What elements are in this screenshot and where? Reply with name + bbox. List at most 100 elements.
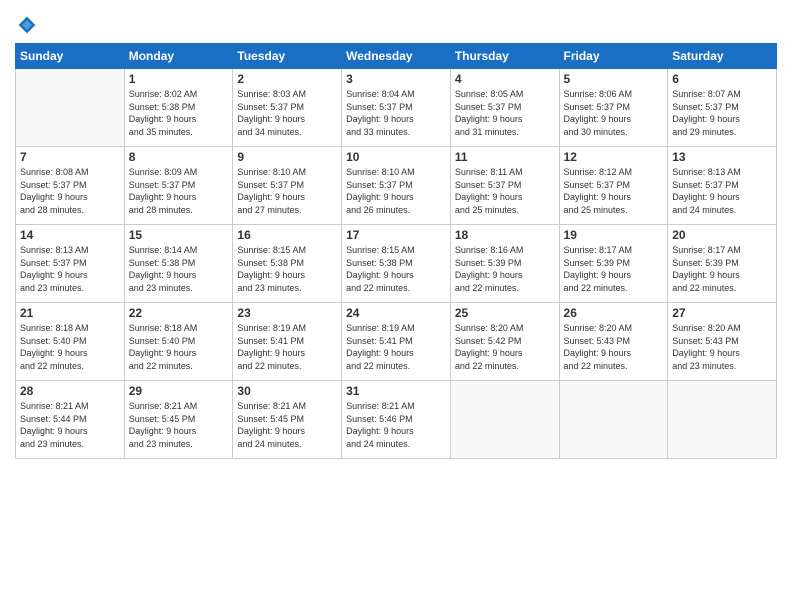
calendar-cell: 19Sunrise: 8:17 AMSunset: 5:39 PMDayligh…: [559, 225, 668, 303]
page-container: SundayMondayTuesdayWednesdayThursdayFrid…: [0, 0, 792, 612]
calendar-cell: [668, 381, 777, 459]
calendar-cell: 28 Sunrise: 8:21 AMSunset: 5:44 PMDayligh…: [16, 381, 125, 459]
day-info: Sunrise: 8:11 AMSunset: 5:37 PMDaylight:…: [455, 166, 555, 216]
day-number: 1: [129, 72, 229, 86]
calendar-cell: 16Sunrise: 8:15 AMSunset: 5:38 PMDayligh…: [233, 225, 342, 303]
day-number: 17: [346, 228, 446, 242]
calendar-week-row: 7 Sunrise: 8:08 AMSunset: 5:37 PMDaylight…: [16, 147, 777, 225]
day-number: 4: [455, 72, 555, 86]
calendar-cell: 15 Sunrise: 8:14 AMSunset: 5:38 PMDayligh…: [124, 225, 233, 303]
day-info: Sunrise: 8:16 AMSunset: 5:39 PMDaylight:…: [455, 244, 555, 294]
calendar-cell: 6 Sunrise: 8:07 AMSunset: 5:37 PMDaylight…: [668, 69, 777, 147]
day-number: 13: [672, 150, 772, 164]
calendar-cell: 20 Sunrise: 8:17 AMSunset: 5:39 PMDayligh…: [668, 225, 777, 303]
day-number: 21: [20, 306, 120, 320]
calendar-cell: [559, 381, 668, 459]
day-info: Sunrise: 8:17 AMSunset: 5:39 PMDaylight:…: [672, 244, 772, 294]
calendar-cell: 31Sunrise: 8:21 AMSunset: 5:46 PMDayligh…: [342, 381, 451, 459]
day-info: Sunrise: 8:09 AMSunset: 5:37 PMDaylight:…: [129, 166, 229, 216]
day-info: Sunrise: 8:20 AMSunset: 5:42 PMDaylight:…: [455, 322, 555, 372]
calendar-cell: 21 Sunrise: 8:18 AMSunset: 5:40 PMDayligh…: [16, 303, 125, 381]
calendar-cell: 30Sunrise: 8:21 AMSunset: 5:45 PMDayligh…: [233, 381, 342, 459]
day-info: Sunrise: 8:21 AMSunset: 5:44 PMDaylight:…: [20, 400, 120, 450]
day-info: Sunrise: 8:19 AMSunset: 5:41 PMDaylight:…: [237, 322, 337, 372]
day-info: Sunrise: 8:20 AMSunset: 5:43 PMDaylight:…: [672, 322, 772, 372]
day-number: 10: [346, 150, 446, 164]
day-info: Sunrise: 8:03 AMSunset: 5:37 PMDaylight:…: [237, 88, 337, 138]
day-info: Sunrise: 8:04 AMSunset: 5:37 PMDaylight:…: [346, 88, 446, 138]
day-number: 8: [129, 150, 229, 164]
day-number: 15: [129, 228, 229, 242]
logo-icon: [17, 15, 37, 35]
calendar-cell: 1 Sunrise: 8:02 AMSunset: 5:38 PMDaylight…: [124, 69, 233, 147]
calendar-table: SundayMondayTuesdayWednesdayThursdayFrid…: [15, 43, 777, 459]
day-info: Sunrise: 8:21 AMSunset: 5:45 PMDaylight:…: [237, 400, 337, 450]
calendar-cell: 26 Sunrise: 8:20 AMSunset: 5:43 PMDayligh…: [559, 303, 668, 381]
day-info: Sunrise: 8:15 AMSunset: 5:38 PMDaylight:…: [237, 244, 337, 294]
day-info: Sunrise: 8:02 AMSunset: 5:38 PMDaylight:…: [129, 88, 229, 138]
day-info: Sunrise: 8:20 AMSunset: 5:43 PMDaylight:…: [564, 322, 664, 372]
day-number: 24: [346, 306, 446, 320]
day-number: 18: [455, 228, 555, 242]
day-info: Sunrise: 8:08 AMSunset: 5:37 PMDaylight:…: [20, 166, 120, 216]
day-info: Sunrise: 8:15 AMSunset: 5:38 PMDaylight:…: [346, 244, 446, 294]
calendar-header-friday: Friday: [559, 44, 668, 69]
calendar-header-sunday: Sunday: [16, 44, 125, 69]
calendar-week-row: 14 Sunrise: 8:13 AMSunset: 5:37 PMDayligh…: [16, 225, 777, 303]
day-number: 6: [672, 72, 772, 86]
calendar-cell: 24 Sunrise: 8:19 AMSunset: 5:41 PMDayligh…: [342, 303, 451, 381]
day-number: 3: [346, 72, 446, 86]
day-number: 14: [20, 228, 120, 242]
day-number: 11: [455, 150, 555, 164]
day-number: 12: [564, 150, 664, 164]
calendar-cell: 8 Sunrise: 8:09 AMSunset: 5:37 PMDaylight…: [124, 147, 233, 225]
calendar-header-tuesday: Tuesday: [233, 44, 342, 69]
day-number: 9: [237, 150, 337, 164]
day-info: Sunrise: 8:18 AMSunset: 5:40 PMDaylight:…: [20, 322, 120, 372]
day-info: Sunrise: 8:13 AMSunset: 5:37 PMDaylight:…: [20, 244, 120, 294]
day-number: 22: [129, 306, 229, 320]
calendar-header-row: SundayMondayTuesdayWednesdayThursdayFrid…: [16, 44, 777, 69]
calendar-cell: 2Sunrise: 8:03 AMSunset: 5:37 PMDaylight…: [233, 69, 342, 147]
calendar-cell: 12 Sunrise: 8:12 AMSunset: 5:37 PMDayligh…: [559, 147, 668, 225]
day-number: 19: [564, 228, 664, 242]
day-info: Sunrise: 8:12 AMSunset: 5:37 PMDaylight:…: [564, 166, 664, 216]
calendar-cell: 14 Sunrise: 8:13 AMSunset: 5:37 PMDayligh…: [16, 225, 125, 303]
calendar-cell: 13 Sunrise: 8:13 AMSunset: 5:37 PMDayligh…: [668, 147, 777, 225]
calendar-week-row: 21 Sunrise: 8:18 AMSunset: 5:40 PMDayligh…: [16, 303, 777, 381]
day-info: Sunrise: 8:06 AMSunset: 5:37 PMDaylight:…: [564, 88, 664, 138]
day-info: Sunrise: 8:07 AMSunset: 5:37 PMDaylight:…: [672, 88, 772, 138]
calendar-header-saturday: Saturday: [668, 44, 777, 69]
day-number: 26: [564, 306, 664, 320]
calendar-cell: 11 Sunrise: 8:11 AMSunset: 5:37 PMDayligh…: [450, 147, 559, 225]
calendar-cell: 10Sunrise: 8:10 AMSunset: 5:37 PMDayligh…: [342, 147, 451, 225]
calendar-cell: 9 Sunrise: 8:10 AMSunset: 5:37 PMDaylight…: [233, 147, 342, 225]
calendar-week-row: 1 Sunrise: 8:02 AMSunset: 5:38 PMDaylight…: [16, 69, 777, 147]
day-number: 25: [455, 306, 555, 320]
calendar-cell: 5Sunrise: 8:06 AMSunset: 5:37 PMDaylight…: [559, 69, 668, 147]
day-number: 29: [129, 384, 229, 398]
calendar-header-thursday: Thursday: [450, 44, 559, 69]
calendar-header-wednesday: Wednesday: [342, 44, 451, 69]
calendar-cell: 23Sunrise: 8:19 AMSunset: 5:41 PMDayligh…: [233, 303, 342, 381]
calendar-week-row: 28 Sunrise: 8:21 AMSunset: 5:44 PMDayligh…: [16, 381, 777, 459]
header: [15, 10, 777, 35]
calendar-cell: 4 Sunrise: 8:05 AMSunset: 5:37 PMDaylight…: [450, 69, 559, 147]
day-info: Sunrise: 8:19 AMSunset: 5:41 PMDaylight:…: [346, 322, 446, 372]
day-number: 20: [672, 228, 772, 242]
day-info: Sunrise: 8:14 AMSunset: 5:38 PMDaylight:…: [129, 244, 229, 294]
calendar-header-monday: Monday: [124, 44, 233, 69]
day-info: Sunrise: 8:21 AMSunset: 5:46 PMDaylight:…: [346, 400, 446, 450]
calendar-cell: 25 Sunrise: 8:20 AMSunset: 5:42 PMDayligh…: [450, 303, 559, 381]
day-info: Sunrise: 8:05 AMSunset: 5:37 PMDaylight:…: [455, 88, 555, 138]
calendar-cell: 17 Sunrise: 8:15 AMSunset: 5:38 PMDayligh…: [342, 225, 451, 303]
day-info: Sunrise: 8:10 AMSunset: 5:37 PMDaylight:…: [237, 166, 337, 216]
day-number: 7: [20, 150, 120, 164]
day-number: 28: [20, 384, 120, 398]
day-info: Sunrise: 8:18 AMSunset: 5:40 PMDaylight:…: [129, 322, 229, 372]
logo: [15, 15, 37, 35]
calendar-cell: [450, 381, 559, 459]
calendar-cell: 29 Sunrise: 8:21 AMSunset: 5:45 PMDayligh…: [124, 381, 233, 459]
day-info: Sunrise: 8:21 AMSunset: 5:45 PMDaylight:…: [129, 400, 229, 450]
day-info: Sunrise: 8:13 AMSunset: 5:37 PMDaylight:…: [672, 166, 772, 216]
